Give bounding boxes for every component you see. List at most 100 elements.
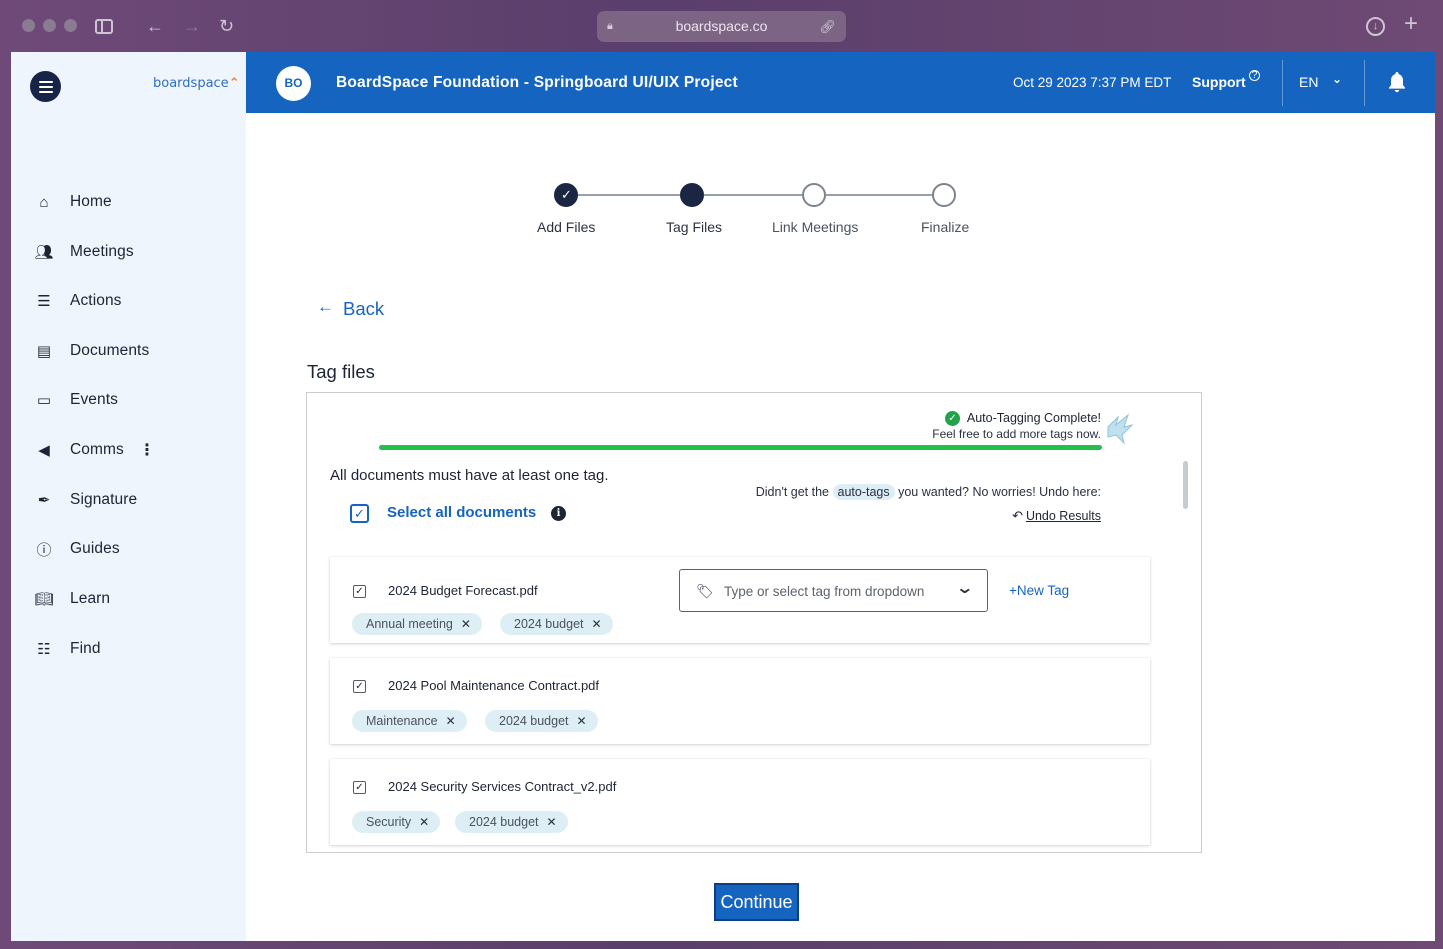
info-icon[interactable]: i [551, 506, 566, 521]
new-tab-icon[interactable]: + [1404, 12, 1418, 36]
sidebar-item-documents[interactable]: ▤ Documents [11, 331, 246, 371]
tag-files-panel: ✓ Auto-Tagging Complete! Feel free to ad… [306, 392, 1202, 853]
tag-chip: 2024 budget ✕ [455, 811, 568, 833]
book-icon: 📖︎ [34, 591, 54, 608]
sidebar-item-label: Actions [70, 292, 122, 309]
tag-chip: Annual meeting ✕ [352, 613, 482, 635]
undo-icon[interactable]: ↶ [1012, 508, 1023, 524]
tag-chip-label: Security [366, 815, 412, 829]
step-add-files-circle[interactable]: ✓ [554, 183, 578, 207]
auto-tag-title: Auto-Tagging Complete! [966, 411, 1101, 425]
lock-icon: 🔒︎ [607, 20, 613, 32]
zoom-window-button[interactable] [64, 19, 77, 32]
megaphone-icon: ◀ [38, 442, 50, 459]
continue-button[interactable]: Continue [714, 883, 799, 921]
address-bar[interactable]: 🔒︎ boardspace.co 🔗︎ [597, 11, 846, 42]
language-select[interactable]: EN [1299, 74, 1318, 90]
reload-icon[interactable]: ↻ [219, 14, 234, 38]
sidebar-item-signature[interactable]: ✒ Signature [11, 480, 246, 520]
undo-note-suffix: you wanted? No worries! Undo here: [898, 485, 1101, 499]
tag-requirement-text: All documents must have at least one tag… [330, 467, 609, 484]
tag-chip-label: 2024 budget [469, 815, 539, 829]
chevron-down-icon[interactable]: ⌄ [1332, 72, 1342, 86]
tag-icon: 🏷︎ [696, 583, 714, 599]
select-all-label[interactable]: Select all documents [387, 504, 536, 521]
undo-note-prefix: Didn't get the [755, 485, 830, 499]
remove-tag-icon[interactable]: ✕ [461, 613, 471, 635]
file-checkbox[interactable]: ✓ [353, 680, 366, 693]
sidebar-item-meetings[interactable]: 👥︎ Meetings [11, 232, 246, 272]
tag-chip-label: Maintenance [366, 714, 438, 728]
section-title: Tag files [307, 361, 375, 382]
back-link[interactable]: Back [343, 298, 384, 320]
sidebar-item-label: Home [70, 193, 112, 210]
app-window: boardspace⌃ ⌂ Home 👥︎ Meetings ☰ Actions… [11, 52, 1435, 941]
step-link-meetings-circle[interactable] [802, 183, 826, 207]
link-icon[interactable]: 🔗︎ [819, 11, 836, 42]
tag-chip: Maintenance ✕ [352, 710, 467, 732]
mascot-icon [1107, 413, 1134, 445]
list-icon: ☰ [37, 293, 51, 310]
browser-forward-icon[interactable]: → [183, 14, 201, 38]
org-avatar[interactable]: BO [276, 66, 311, 101]
support-link[interactable]: Support [1192, 74, 1246, 90]
sidebar-item-label: Meetings [70, 243, 134, 260]
auto-tag-subtitle: Feel free to add more tags now. [932, 427, 1101, 441]
find-icon: ☷ [37, 641, 51, 658]
calendar-icon: ▭ [36, 392, 52, 409]
sidebar-item-label: Find [70, 640, 101, 657]
step-tag-files-circle[interactable] [680, 183, 704, 207]
remove-tag-icon[interactable]: ✕ [446, 710, 456, 732]
menu-button[interactable] [30, 71, 61, 102]
kebab-menu-icon[interactable]: ⋮ [139, 440, 155, 460]
chevron-down-icon[interactable]: ⌄ [955, 578, 974, 598]
tag-chip-label: 2024 budget [514, 617, 584, 631]
file-checkbox[interactable]: ✓ [353, 781, 366, 794]
brand-mark-icon: ⌃ [228, 76, 240, 91]
sidebar: boardspace⌃ ⌂ Home 👥︎ Meetings ☰ Actions… [11, 52, 246, 941]
sidebar-toggle-icon[interactable] [95, 19, 113, 34]
sidebar-item-label: Events [70, 391, 118, 408]
sidebar-item-actions[interactable]: ☰ Actions [11, 281, 246, 321]
window-controls [22, 19, 77, 32]
sidebar-item-guides[interactable]: ⓘ Guides [11, 529, 246, 569]
remove-tag-icon[interactable]: ✕ [419, 811, 429, 833]
sidebar-item-events[interactable]: ▭ Events [11, 380, 246, 420]
tag-chip-label: Annual meeting [366, 617, 453, 631]
brand-logo[interactable]: boardspace⌃ [153, 76, 240, 91]
remove-tag-icon[interactable]: ✕ [547, 811, 557, 833]
browser-back-icon[interactable]: ← [146, 14, 164, 38]
file-checkbox[interactable]: ✓ [353, 585, 366, 598]
tag-chip: 2024 budget ✕ [500, 613, 613, 635]
auto-tags-chip: auto-tags [832, 484, 895, 500]
sidebar-item-find[interactable]: ☷ Find [11, 629, 246, 669]
select-all-checkbox[interactable]: ✓ [350, 504, 369, 523]
scrollbar[interactable] [1183, 461, 1188, 509]
tag-chip-label: 2024 budget [499, 714, 569, 728]
step-label-tag-files: Tag Files [666, 219, 723, 235]
auto-tag-progress-fill [379, 445, 1102, 450]
close-window-button[interactable] [22, 19, 35, 32]
arrow-left-icon[interactable]: ← [317, 297, 334, 317]
help-icon[interactable]: ? [1249, 70, 1260, 81]
sidebar-item-comms[interactable]: ◀ Comms ⋮ [11, 430, 246, 470]
step-finalize-circle[interactable] [932, 183, 956, 207]
undo-results-link[interactable]: Undo Results [1026, 509, 1101, 523]
tag-select-dropdown[interactable]: 🏷︎ ⌄ [679, 569, 988, 612]
step-connector [826, 194, 933, 196]
bell-icon[interactable] [1387, 71, 1407, 93]
file-card: ✓ 2024 Security Services Contract_v2.pdf… [330, 759, 1150, 845]
minimize-window-button[interactable] [43, 19, 56, 32]
tag-search-input[interactable] [724, 580, 946, 602]
sidebar-item-label: Learn [70, 590, 111, 607]
sidebar-item-learn[interactable]: 📖︎ Learn [11, 579, 246, 619]
download-icon[interactable]: ↓ [1366, 17, 1385, 36]
auto-tag-status: Auto-Tagging Complete! Feel free to add … [932, 411, 1101, 441]
remove-tag-icon[interactable]: ✕ [592, 613, 602, 635]
sidebar-item-label: Signature [70, 491, 138, 508]
remove-tag-icon[interactable]: ✕ [577, 710, 587, 732]
divider [1282, 60, 1283, 106]
new-tag-link[interactable]: +New Tag [1009, 583, 1069, 598]
sidebar-item-home[interactable]: ⌂ Home [11, 182, 246, 222]
file-name: 2024 Security Services Contract_v2.pdf [388, 779, 617, 794]
